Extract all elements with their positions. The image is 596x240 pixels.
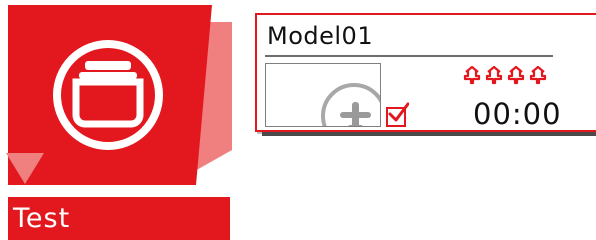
model-selected-checkbox[interactable] xyxy=(386,102,409,127)
model-name-divider xyxy=(265,55,553,57)
model-timer: 00:00 xyxy=(473,97,562,131)
receiver-icon xyxy=(463,65,481,85)
model-name: Model01 xyxy=(267,22,374,50)
model-group-label: Test xyxy=(8,197,230,240)
tile-graphic xyxy=(6,5,232,185)
model-group-tile[interactable]: Test xyxy=(0,0,240,240)
check-icon xyxy=(388,102,409,122)
airplane-model-icon xyxy=(321,83,380,126)
model-card[interactable]: Model01 00:00 xyxy=(255,13,596,132)
receiver-icon xyxy=(485,65,503,85)
receiver-icon xyxy=(529,65,547,85)
receiver-list xyxy=(462,65,548,85)
model-image xyxy=(265,63,381,127)
receiver-icon xyxy=(507,65,525,85)
screen: Test Model01 00:00 xyxy=(0,0,596,240)
